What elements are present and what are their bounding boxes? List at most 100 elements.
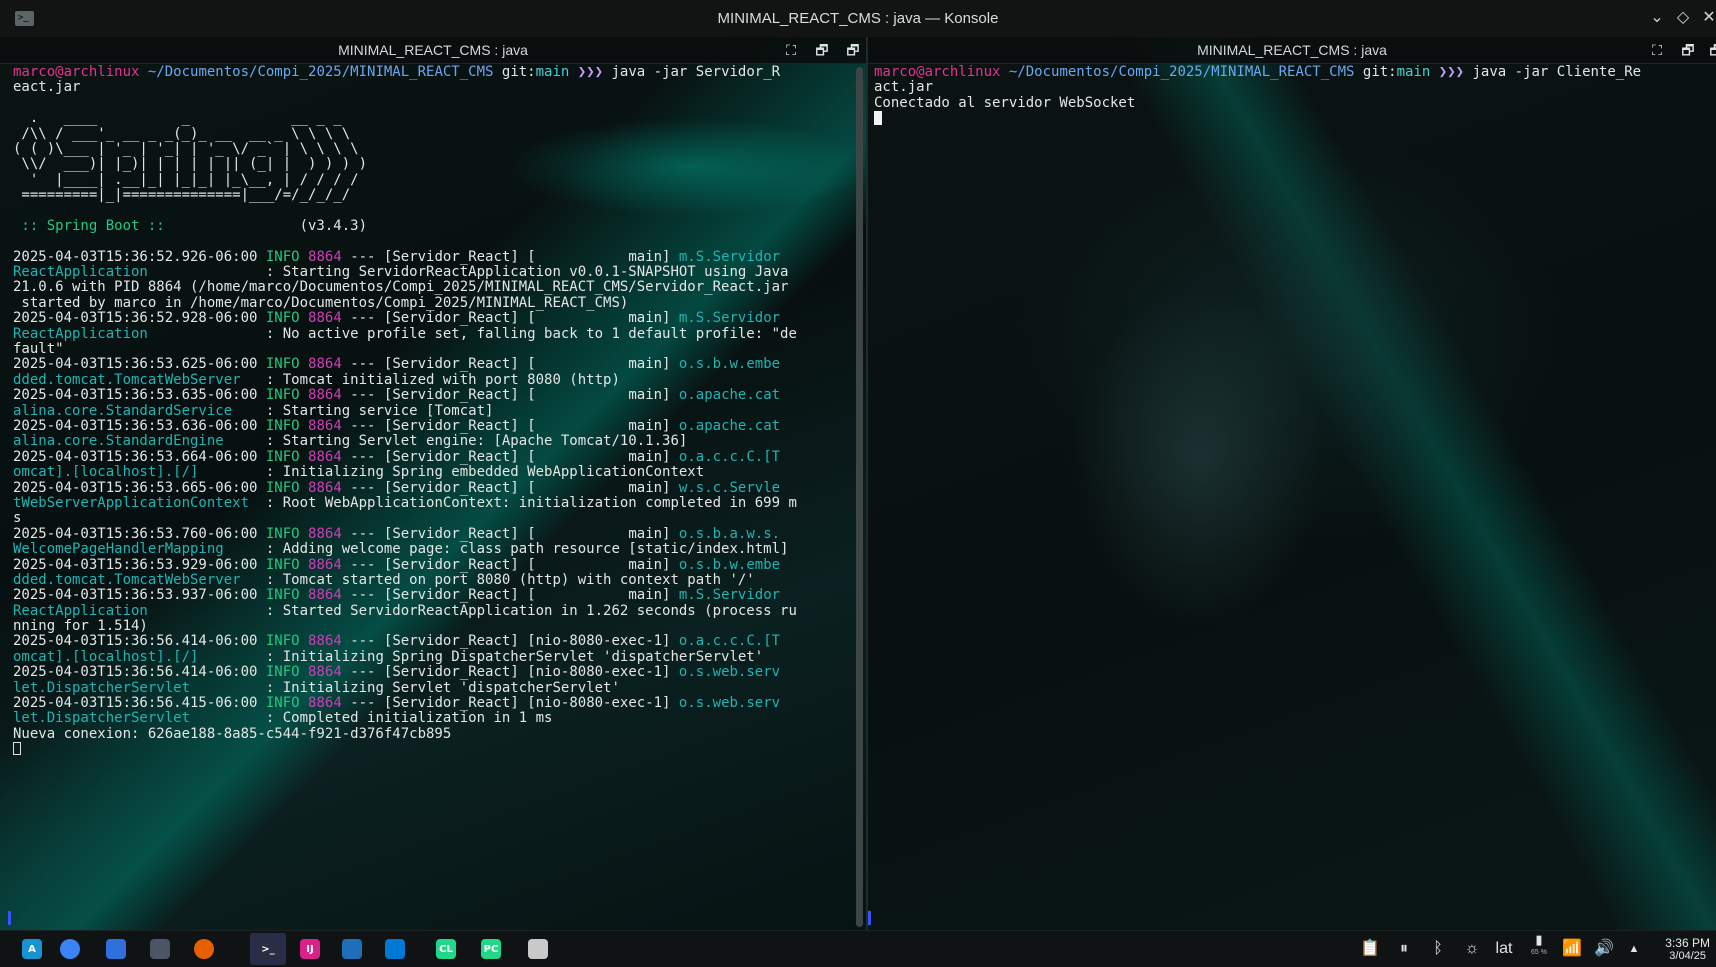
spring-ascii-banner: . ____ _ __ _ _ /\\ / ___'_ __ _ _(_)_ _… [13, 96, 797, 219]
taskbar-app[interactable]: CL [428, 933, 464, 965]
volume-icon[interactable]: 🔊 [1592, 931, 1616, 967]
close-pane-icon[interactable]: 🗗 [843, 40, 863, 60]
taskbar-app[interactable] [52, 933, 88, 965]
banner-line [13, 204, 797, 219]
virtualbox-icon [342, 939, 362, 959]
log-line: 2025-04-03T15:36:53.929-06:00 INFO 8864 … [13, 556, 781, 573]
log-line: s [13, 510, 22, 527]
dolphin-files-icon [150, 939, 170, 959]
log-line: 2025-04-03T15:36:52.928-06:00 INFO 8864 … [13, 310, 781, 327]
chromium-icon [60, 939, 80, 959]
window-titlebar: >_ MINIMAL_REACT_CMS : java — Konsole ⌄ … [0, 0, 1716, 38]
split-view-icon[interactable]: 🗗 [1678, 40, 1698, 60]
drawing-app-icon [528, 939, 548, 959]
taskbar-app[interactable] [186, 933, 222, 965]
vscode-icon [385, 939, 405, 959]
log-line: let.DispatcherServlet : Initializing Ser… [13, 679, 620, 696]
prompt-line: marco@archlinux ~/Documentos/Compi_2025/… [874, 64, 1642, 80]
log-line: 2025-04-03T15:36:52.926-06:00 INFO 8864 … [13, 248, 781, 265]
clock-time: 3:36 PM [1665, 936, 1710, 950]
banner-line: . ____ _ __ _ _ [13, 110, 342, 127]
prompt-line-wrap: act.jar [874, 79, 934, 96]
banner-line: \\/ ___)| |_)| | | | | || (_| | ) ) ) ) [13, 156, 368, 173]
prompt-line-wrap: eact.jar [13, 79, 81, 96]
window-title: MINIMAL_REACT_CMS : java — Konsole [717, 10, 999, 27]
taskbar-app[interactable]: IJ [292, 933, 328, 965]
log-line: 2025-04-03T15:36:53.636-06:00 INFO 8864 … [13, 417, 781, 434]
terminal-cursor [874, 111, 882, 126]
clion-icon: CL [436, 939, 456, 959]
close-icon[interactable]: ✕ [1698, 7, 1716, 29]
pycharm-icon: PC [481, 939, 501, 959]
media-pause-icon[interactable]: ⏸ [1392, 931, 1416, 967]
tray-expand-icon[interactable]: ▲ [1624, 931, 1644, 967]
left-terminal-output[interactable]: marco@archlinux ~/Documentos/Compi_2025/… [13, 64, 797, 758]
discover-icon [106, 939, 126, 959]
left-terminal-pane[interactable]: MINIMAL_REACT_CMS : java ⛶ 🗗 🗗 marco@arc… [0, 37, 866, 930]
log-line: alina.core.StandardService : Starting se… [13, 402, 494, 419]
log-line: let.DispatcherServlet : Completed initia… [13, 710, 553, 727]
log-line: 2025-04-03T15:36:53.665-06:00 INFO 8864 … [13, 479, 781, 496]
expand-icon[interactable]: ⛶ [781, 40, 801, 60]
log-line: ReactApplication : No active profile set… [13, 325, 797, 342]
taskbar-app[interactable]: PC [473, 933, 509, 965]
taskbar-app[interactable] [334, 933, 370, 965]
wifi-icon[interactable]: 📶 [1560, 931, 1584, 967]
log-line: omcat].[localhost].[/] : Initializing Sp… [13, 648, 764, 665]
taskbar-app[interactable]: >_ [250, 933, 286, 965]
log-line: WelcomePageHandlerMapping : Adding welco… [13, 541, 789, 558]
taskbar-app[interactable] [520, 933, 556, 965]
keyboard-layout[interactable]: lat [1492, 931, 1516, 967]
arch-launcher-icon: A [22, 939, 42, 959]
cursor-line [13, 742, 797, 757]
log-line: 2025-04-03T15:36:53.625-06:00 INFO 8864 … [13, 356, 781, 373]
log-line: nning for 1.514) [13, 618, 148, 635]
right-pane-title: MINIMAL_REACT_CMS : java [1197, 42, 1387, 58]
maximize-diamond-icon[interactable]: ◇ [1672, 7, 1694, 29]
log-line: 2025-04-03T15:36:53.664-06:00 INFO 8864 … [13, 448, 781, 465]
brightness-icon[interactable]: ☼ [1460, 931, 1484, 967]
taskbar-app[interactable] [98, 933, 134, 965]
right-pane-header: MINIMAL_REACT_CMS : java ⛶ 🗗 🗗 [868, 37, 1716, 64]
log-line: Nueva conexion: 626ae188-8a85-c544-f921-… [13, 725, 452, 742]
left-scrollbar[interactable] [856, 67, 863, 927]
right-terminal-output[interactable]: marco@archlinux ~/Documentos/Compi_2025/… [874, 64, 1642, 127]
log-line: 2025-04-03T15:36:53.937-06:00 INFO 8864 … [13, 587, 781, 604]
bluetooth-icon[interactable]: ᛒ [1426, 931, 1450, 967]
taskbar: A >_ IJ CL PC 📋 ⏸ ᛒ ☼ lat ▮ 65 % 📶 🔊 ▲ 3:36 … [0, 930, 1716, 967]
banner-line: /\\ / ___'_ __ _ _(_)_ __ __ _ \ \ \ \ [13, 125, 351, 142]
banner-line [13, 96, 797, 111]
minimize-chevron-icon[interactable]: ⌄ [1646, 7, 1668, 29]
expand-icon[interactable]: ⛶ [1647, 40, 1667, 60]
clock-date: 3/04/25 [1669, 950, 1706, 962]
log-line: tWebServerApplicationContext : Root WebA… [13, 494, 797, 511]
client-output-line: Conectado al servidor WebSocket [874, 94, 1136, 111]
log-line: ReactApplication : Started ServidorReact… [13, 602, 797, 619]
log-line: alina.core.StandardEngine : Starting Ser… [13, 433, 688, 450]
battery-icon[interactable]: ▮ 65 % [1526, 931, 1552, 967]
clipboard-icon[interactable]: 📋 [1358, 931, 1382, 967]
right-terminal-pane[interactable]: MINIMAL_REACT_CMS : java ⛶ 🗗 🗗 marco@arc… [868, 37, 1716, 930]
log-line: 2025-04-03T15:36:56.414-06:00 INFO 8864 … [13, 633, 781, 650]
log-line: dded.tomcat.TomcatWebServer : Tomcat ini… [13, 371, 620, 388]
log-line: 21.0.6 with PID 8864 (/home/marco/Docume… [13, 279, 789, 296]
log-line: started by marco in /home/marco/Document… [13, 294, 629, 311]
log-output: 2025-04-03T15:36:52.926-06:00 INFO 8864 … [13, 248, 797, 743]
split-view-icon[interactable]: 🗗 [812, 40, 832, 60]
clock[interactable]: 3:36 PM 3/04/25 [1665, 937, 1710, 963]
battery-percent: 65 % [1531, 949, 1547, 956]
taskbar-app[interactable] [142, 933, 178, 965]
log-line: 2025-04-03T15:36:53.760-06:00 INFO 8864 … [13, 525, 781, 542]
log-line: 2025-04-03T15:36:56.415-06:00 INFO 8864 … [13, 695, 781, 712]
close-pane-icon[interactable]: 🗗 [1706, 40, 1716, 60]
taskbar-app[interactable]: A [14, 933, 50, 965]
log-line: fault" [13, 341, 64, 358]
taskbar-app[interactable] [377, 933, 413, 965]
konsole-icon: >_ [258, 939, 278, 959]
banner-line: ' |____| .__|_| |_|_| |_\__, | / / / / [13, 171, 359, 188]
left-pane-title: MINIMAL_REACT_CMS : java [338, 42, 528, 58]
terminal-cursor [13, 742, 21, 756]
banner-line: =========|_|==============|___/=/_/_/_/ [13, 187, 351, 204]
intellij-icon: IJ [300, 939, 320, 959]
banner-line: ( ( )\___ | '_ | '_| | '_ \/ _` | \ \ \ … [13, 140, 359, 157]
